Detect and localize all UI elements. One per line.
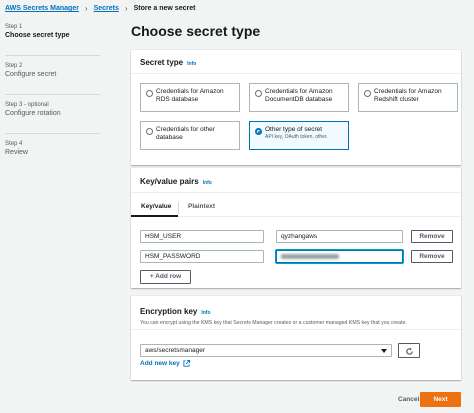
- option-title: Credentials for Amazon DocumentDB databa…: [265, 88, 333, 103]
- step-1[interactable]: Step 1 Choose secret type: [5, 23, 115, 41]
- step-2-name: Configure secret: [5, 71, 57, 78]
- step-3[interactable]: Step 3 - optional Configure rotation: [5, 94, 100, 119]
- refresh-button[interactable]: [398, 343, 420, 358]
- breadcrumb-secrets-manager[interactable]: AWS Secrets Manager: [5, 5, 79, 12]
- chevron-right-icon: ›: [84, 4, 88, 13]
- next-button[interactable]: Next: [420, 392, 461, 407]
- masked-password-value: [281, 254, 339, 259]
- option-title: Credentials for Amazon RDS database: [156, 88, 224, 103]
- breadcrumb-secrets[interactable]: Secrets: [94, 5, 119, 12]
- step-3-name: Configure rotation: [5, 110, 61, 117]
- option-description: API key, OAuth token, other.: [265, 134, 328, 140]
- tab-plaintext[interactable]: Plaintext: [188, 203, 215, 210]
- step-4-label: Step 4: [5, 141, 23, 147]
- radio-icon[interactable]: [146, 128, 153, 135]
- encryption-key-description: You can encrypt using the KMS key that S…: [140, 320, 407, 326]
- page-title: Choose secret type: [131, 23, 261, 39]
- step-2[interactable]: Step 2 Configure secret: [5, 55, 100, 80]
- value-input-1[interactable]: qyzhangaws: [276, 230, 403, 243]
- radio-selected-icon[interactable]: [255, 128, 262, 135]
- active-tab-indicator: [131, 215, 178, 217]
- remove-row-2-button[interactable]: Remove: [411, 250, 453, 263]
- key-value-info-link[interactable]: Info: [203, 180, 212, 186]
- tab-key-value[interactable]: Key/value: [141, 203, 171, 210]
- tab-separator: [178, 202, 179, 214]
- tab-bar: Key/value Plaintext: [131, 200, 461, 217]
- secret-type-info-link[interactable]: Info: [187, 61, 196, 67]
- key-value-title: Key/value pairs: [140, 177, 199, 186]
- divider: [131, 73, 461, 74]
- radio-icon[interactable]: [255, 90, 262, 97]
- add-new-key-label: Add new key: [140, 360, 180, 367]
- step-1-name: Choose secret type: [5, 32, 70, 39]
- step-3-label: Step 3 - optional: [5, 102, 49, 108]
- option-other-database[interactable]: Credentials for other database: [140, 121, 240, 150]
- option-title: Credentials for Amazon Redshift cluster: [374, 88, 442, 103]
- key-input-2[interactable]: HSM_PASSWORD: [140, 250, 264, 263]
- caret-down-icon: [381, 349, 387, 353]
- key-input-1[interactable]: HSM_USER: [140, 230, 264, 243]
- step-2-label: Step 2: [5, 63, 23, 69]
- secret-type-panel: Secret type Info Credentials for Amazon …: [131, 50, 461, 165]
- chevron-right-icon: ›: [124, 4, 128, 13]
- kms-key-select[interactable]: aws/secretsmanager: [140, 344, 392, 357]
- value-input-2[interactable]: [276, 250, 403, 263]
- external-link-icon: [183, 360, 190, 367]
- key-value-header: Key/value pairs Info: [140, 177, 212, 186]
- secret-type-title: Secret type: [140, 58, 184, 67]
- option-title: Other type of secret: [265, 126, 323, 133]
- option-other-secret[interactable]: Other type of secret API key, OAuth toke…: [249, 121, 349, 150]
- refresh-icon: [406, 347, 413, 355]
- divider: [131, 192, 461, 193]
- step-1-label: Step 1: [5, 24, 23, 30]
- cancel-button[interactable]: Cancel: [398, 396, 419, 403]
- key-value-panel: Key/value pairs Info Key/value Plaintext…: [131, 168, 461, 288]
- step-4[interactable]: Step 4 Review: [5, 133, 100, 158]
- radio-icon[interactable]: [364, 90, 371, 97]
- divider: [131, 329, 461, 330]
- radio-icon[interactable]: [146, 90, 153, 97]
- encryption-key-header: Encryption key Info: [140, 307, 211, 316]
- breadcrumb: AWS Secrets Manager › Secrets › Store a …: [5, 4, 195, 13]
- option-documentdb[interactable]: Credentials for Amazon DocumentDB databa…: [249, 83, 349, 112]
- add-new-key-link[interactable]: Add new key: [140, 360, 190, 367]
- remove-row-1-button[interactable]: Remove: [411, 230, 453, 243]
- option-rds[interactable]: Credentials for Amazon RDS database: [140, 83, 240, 112]
- option-title: Credentials for other database: [156, 126, 215, 141]
- wizard-steps: Step 1 Choose secret type Step 2 Configu…: [5, 23, 115, 172]
- encryption-key-title: Encryption key: [140, 307, 198, 316]
- add-row-button[interactable]: + Add row: [140, 270, 191, 284]
- kms-key-selected-value: aws/secretsmanager: [145, 347, 205, 354]
- step-4-name: Review: [5, 149, 28, 156]
- encryption-key-panel: Encryption key Info You can encrypt usin…: [131, 296, 461, 380]
- breadcrumb-current: Store a new secret: [133, 5, 196, 12]
- secret-type-header: Secret type Info: [140, 58, 196, 67]
- option-redshift[interactable]: Credentials for Amazon Redshift cluster: [358, 83, 458, 112]
- encryption-key-info-link[interactable]: Info: [201, 310, 210, 316]
